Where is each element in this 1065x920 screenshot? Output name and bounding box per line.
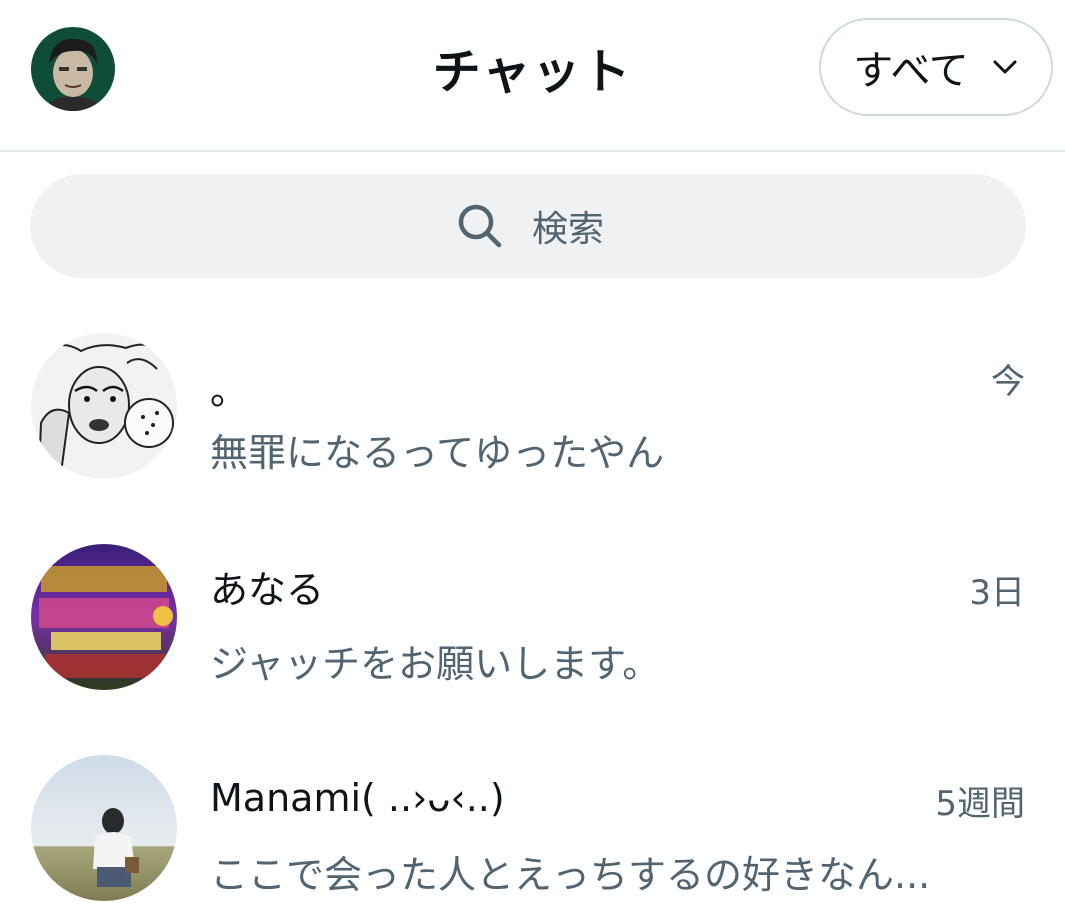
search-icon (458, 204, 502, 248)
conversation-preview: 無罪になるってゆったやん (210, 431, 665, 475)
filter-dropdown-button[interactable]: すべて (819, 18, 1053, 116)
conversation-name: Manami( ..›ᴗ‹..) (210, 776, 505, 820)
top-header: チャット すべて (0, 0, 1065, 152)
avatar-image-pachinko (31, 544, 177, 690)
conversation-name: あなる (210, 568, 325, 612)
avatar-image-manga (31, 333, 177, 479)
conversation-item[interactable]: Manami( ..›ᴗ‹..) 5週間 ここで会った人とえっちするの好きなん.… (0, 740, 1065, 920)
chevron-down-icon (993, 60, 1017, 74)
conversation-time: 5週間 (935, 784, 1025, 824)
conversation-name: 。 (210, 369, 249, 413)
conversation-item[interactable]: 。 今 無罪になるってゆったやん (0, 318, 1065, 498)
search-placeholder: 検索 (531, 209, 604, 250)
avatar-image-photo (31, 755, 177, 901)
avatar[interactable] (31, 544, 177, 690)
conversation-preview: ジャッチをお願いします。 (210, 642, 661, 686)
conversation-preview: ここで会った人とえっちするの好きなん... (210, 853, 931, 897)
avatar[interactable] (31, 333, 177, 479)
conversation-time: 今 (991, 362, 1025, 402)
conversation-time: 3日 (969, 573, 1025, 613)
filter-label: すべて (853, 48, 969, 94)
avatar[interactable] (31, 755, 177, 901)
conversation-item[interactable]: あなる 3日 ジャッチをお願いします。 (0, 529, 1065, 709)
search-input[interactable]: 検索 (30, 174, 1026, 278)
